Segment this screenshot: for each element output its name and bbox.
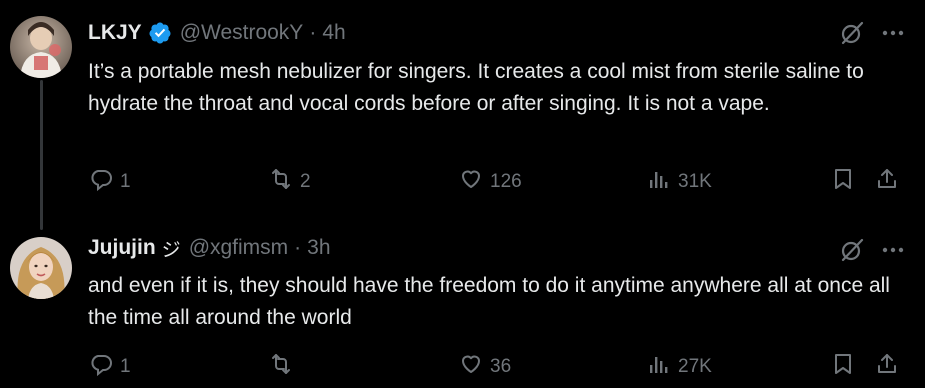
- reply-count: 1: [120, 171, 131, 192]
- avatar-jujujin[interactable]: [10, 237, 72, 299]
- share-icon: [874, 351, 900, 383]
- action-bar: 1 2 126 31K: [88, 167, 908, 197]
- separator: ·: [309, 21, 317, 44]
- separator: ·: [294, 236, 302, 259]
- like-icon: [458, 166, 484, 198]
- like-count: 126: [490, 171, 522, 192]
- tweet-header: LKJY @WestrookY · 4h: [88, 17, 346, 49]
- handle[interactable]: @WestrookY: [180, 21, 304, 45]
- timestamp[interactable]: 3h: [307, 236, 330, 260]
- views-button[interactable]: 27K: [646, 352, 712, 382]
- bookmark-button[interactable]: [830, 352, 856, 382]
- display-name[interactable]: LKJY: [88, 21, 142, 45]
- tweet-2[interactable]: Jujujin ジ @xgfimsm · 3h and even if it i…: [0, 230, 925, 388]
- verified-badge-icon: [148, 21, 172, 45]
- grok-icon[interactable]: [839, 237, 865, 263]
- action-bar: 1 36 27K: [88, 352, 908, 382]
- bookmark-icon: [830, 166, 856, 198]
- like-icon: [458, 351, 484, 383]
- tweet-text: It’s a portable mesh nebulizer for singe…: [88, 60, 864, 115]
- views-icon: [646, 351, 672, 383]
- views-icon: [646, 166, 672, 198]
- like-button[interactable]: 126: [458, 167, 522, 197]
- reply-icon: [88, 351, 114, 383]
- display-name[interactable]: Jujujin: [88, 236, 156, 260]
- bookmark-icon: [830, 351, 856, 383]
- reply-button[interactable]: 1: [88, 167, 131, 197]
- reply-icon: [88, 166, 114, 198]
- more-icon[interactable]: [879, 19, 907, 47]
- repost-button[interactable]: [268, 352, 300, 382]
- avatar-lkjy[interactable]: [10, 16, 72, 78]
- views-count: 27K: [678, 356, 712, 377]
- thread-line: [40, 80, 43, 230]
- repost-count: 2: [300, 171, 311, 192]
- tweet-header: Jujujin ジ @xgfimsm · 3h: [88, 232, 331, 264]
- timestamp[interactable]: 4h: [322, 21, 345, 45]
- reply-count: 1: [120, 356, 131, 377]
- header-actions: [839, 234, 907, 266]
- bookmark-button[interactable]: [830, 167, 856, 197]
- handle[interactable]: @xgfimsm: [189, 236, 288, 260]
- reply-button[interactable]: 1: [88, 352, 131, 382]
- like-count: 36: [490, 356, 512, 377]
- like-button[interactable]: 36: [458, 352, 511, 382]
- repost-icon: [268, 166, 294, 198]
- share-button[interactable]: [874, 167, 900, 197]
- more-icon[interactable]: [879, 236, 907, 264]
- views-button[interactable]: 31K: [646, 167, 712, 197]
- repost-icon: [268, 351, 294, 383]
- grok-icon[interactable]: [839, 20, 865, 46]
- share-button[interactable]: [874, 352, 900, 382]
- share-icon: [874, 166, 900, 198]
- repost-button[interactable]: 2: [268, 167, 311, 197]
- views-count: 31K: [678, 171, 712, 192]
- header-actions: [839, 17, 907, 49]
- tweet-text: and even if it is, they should have the …: [88, 274, 890, 329]
- tweet-1[interactable]: LKJY @WestrookY · 4h It’s a portable mes…: [0, 0, 925, 230]
- display-name-suffix: ジ: [161, 239, 181, 261]
